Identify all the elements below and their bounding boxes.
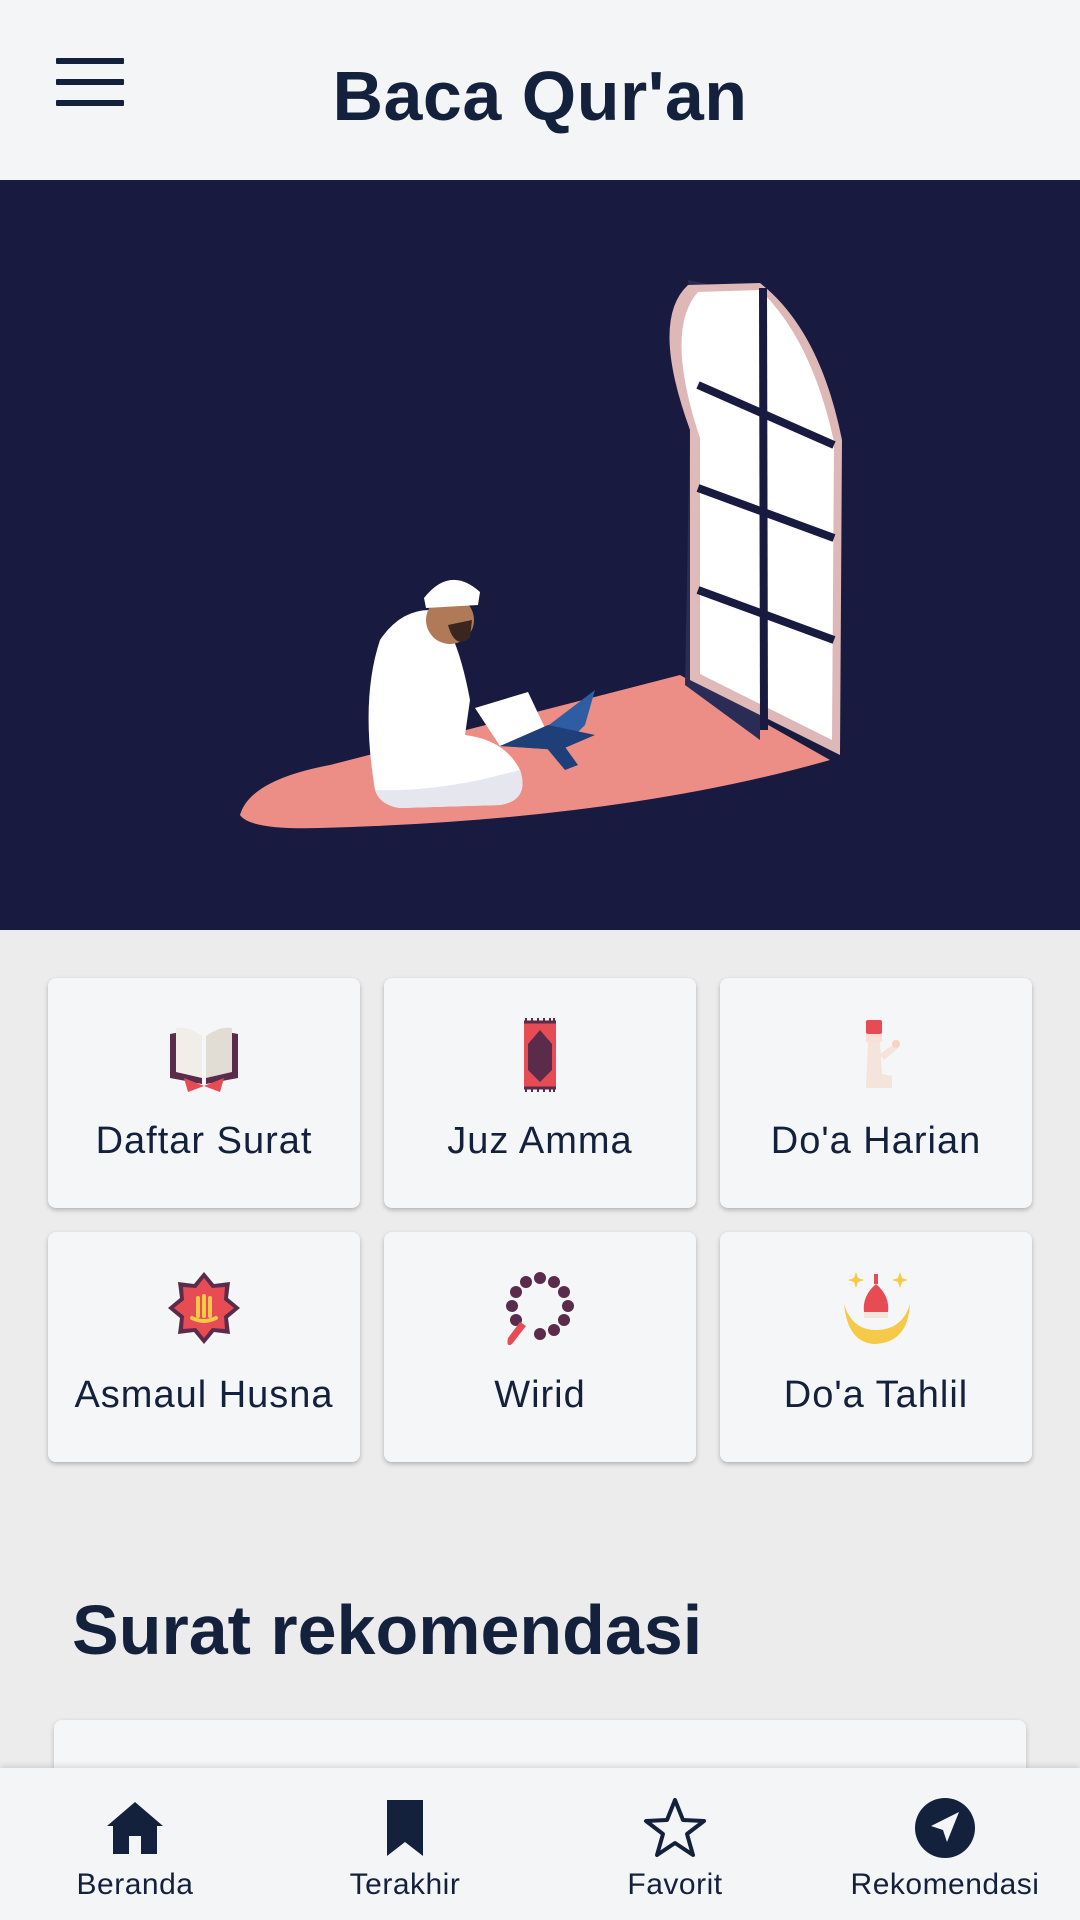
tile-asmaul-husna[interactable]: Asmaul Husna (48, 1232, 360, 1462)
tile-wirid[interactable]: Wirid (384, 1232, 696, 1462)
nav-terakhir[interactable]: Terakhir (270, 1768, 540, 1920)
section-title-recommendation: Surat rekomendasi (72, 1591, 703, 1669)
nav-label: Rekomendasi (850, 1868, 1040, 1901)
nav-label: Favorit (627, 1868, 723, 1901)
tile-label: Daftar Surat (95, 1120, 313, 1162)
nav-favorit[interactable]: Favorit (540, 1768, 810, 1920)
app-title: Baca Qur'an (332, 57, 748, 135)
tile-doa-tahlil[interactable]: Do'a Tahlil (720, 1232, 1032, 1462)
tile-juz-amma[interactable]: Juz Amma (384, 978, 696, 1208)
navigation-arrow-icon (915, 1798, 975, 1858)
crescent-mosque-icon (844, 1272, 910, 1344)
open-book-icon (170, 1027, 238, 1092)
menu-grid: Daftar Surat Juz Amma Do'a Harian Asmaul… (48, 978, 1032, 1462)
app-bar: Baca Qur'an (0, 0, 1080, 180)
nav-rekomendasi[interactable]: Rekomendasi (810, 1768, 1080, 1920)
praying-person-icon (866, 1020, 900, 1088)
tile-label: Asmaul Husna (74, 1374, 334, 1416)
tile-label: Juz Amma (447, 1120, 633, 1162)
bookmark-icon (387, 1800, 423, 1856)
star-icon (644, 1798, 706, 1857)
tile-label: Do'a Tahlil (783, 1374, 969, 1416)
hamburger-menu-icon[interactable] (48, 50, 132, 114)
tile-doa-harian[interactable]: Do'a Harian (720, 978, 1032, 1208)
prayer-beads-icon (506, 1272, 574, 1346)
tile-daftar-surat[interactable]: Daftar Surat (48, 978, 360, 1208)
tile-label: Do'a Harian (770, 1120, 982, 1162)
nav-label: Terakhir (349, 1868, 461, 1901)
bottom-navigation: Beranda Terakhir Favorit Rekomendasi (0, 1768, 1080, 1920)
home-icon (107, 1802, 163, 1854)
nav-label: Beranda (76, 1868, 194, 1901)
man-reading-quran-illustration (240, 280, 842, 829)
hero-banner (0, 180, 1080, 930)
nav-beranda[interactable]: Beranda (0, 1768, 270, 1920)
prayer-rug-icon (524, 1018, 556, 1092)
tile-label: Wirid (494, 1374, 586, 1416)
allah-calligraphy-star-icon (168, 1272, 240, 1344)
